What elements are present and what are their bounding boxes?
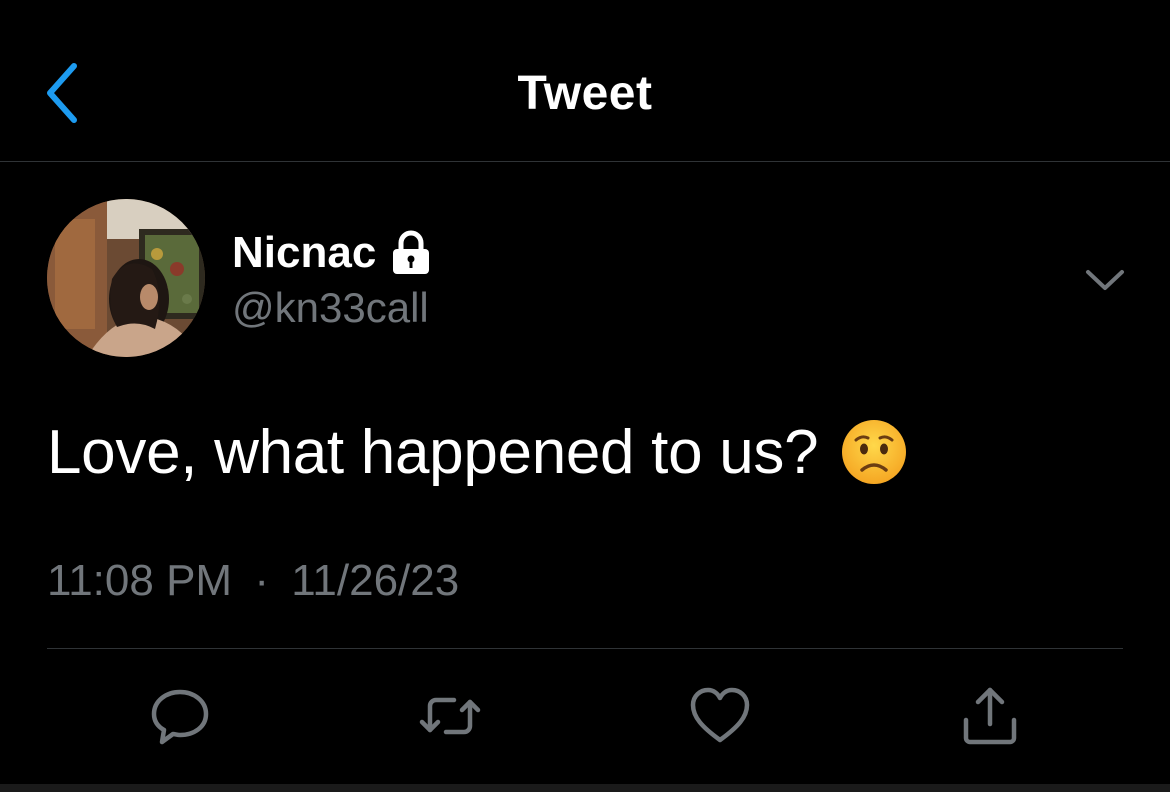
bottom-edge bbox=[0, 784, 1170, 792]
tweet-timestamp[interactable]: 11:08 PM · 11/26/23 bbox=[47, 556, 459, 606]
tweet-date: 11/26/23 bbox=[291, 556, 460, 605]
timestamp-separator: · bbox=[254, 556, 269, 605]
chevron-down-icon bbox=[1086, 270, 1124, 290]
page-title: Tweet bbox=[517, 67, 653, 120]
lock-icon bbox=[390, 230, 432, 276]
reply-button[interactable] bbox=[148, 684, 212, 748]
tweet-time: 11:08 PM bbox=[47, 556, 233, 605]
more-options-button[interactable] bbox=[1084, 262, 1126, 298]
comment-icon bbox=[151, 689, 209, 745]
display-name[interactable]: Nicnac bbox=[232, 228, 376, 278]
avatar[interactable] bbox=[47, 199, 205, 357]
author-name-row: Nicnac bbox=[232, 224, 432, 282]
share-button[interactable] bbox=[958, 684, 1022, 748]
tweet-text: Love, what happened to us? bbox=[47, 417, 819, 487]
actions-divider bbox=[47, 648, 1123, 649]
author-handle[interactable]: @kn33call bbox=[232, 284, 429, 332]
tweet-body: Love, what happened to us? bbox=[47, 412, 908, 492]
retweet-button[interactable] bbox=[418, 684, 482, 748]
retweet-icon bbox=[419, 697, 481, 735]
worried-face-icon bbox=[840, 418, 908, 486]
heart-icon bbox=[690, 687, 750, 743]
like-button[interactable] bbox=[688, 684, 752, 748]
top-nav-bar: Tweet bbox=[0, 0, 1170, 162]
share-icon bbox=[963, 687, 1017, 745]
